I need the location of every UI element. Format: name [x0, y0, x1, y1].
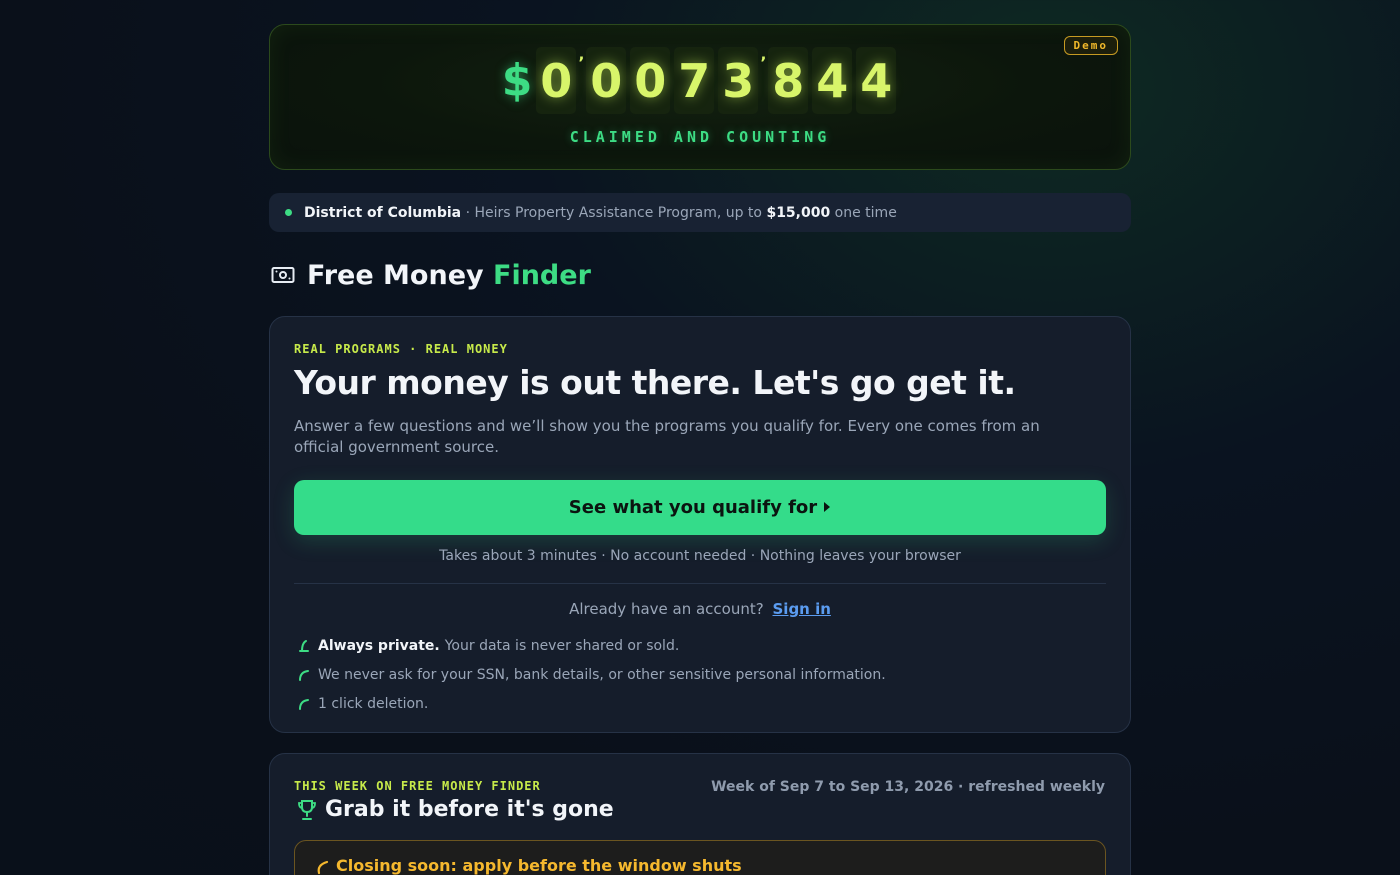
ticker-program: Heirs Property Assistance Program, up to	[474, 204, 762, 221]
ticker-location: District of Columbia	[304, 204, 462, 221]
trophy-icon	[298, 799, 316, 820]
counter-digit: 4	[812, 47, 853, 114]
closing-soon-label: Closing soon: apply before the window sh…	[336, 856, 742, 875]
week-range: Week of Sep 7 to Sep 13, 2026 · refreshe…	[711, 779, 1105, 795]
caret-right-icon	[824, 502, 831, 513]
weekly-card: THIS WEEK ON FREE MONEY FINDER Week of S…	[269, 753, 1131, 875]
counter-digit: 0	[536, 47, 577, 114]
currency-symbol: $	[501, 55, 533, 106]
shield-icon	[299, 670, 309, 682]
ticker-suffix: one time	[834, 204, 897, 221]
trash-icon	[299, 699, 309, 711]
privacy-item-text: 1 click deletion.	[318, 696, 429, 713]
privacy-item: We never ask for your SSN, bank details,…	[294, 661, 1106, 690]
ticker-amount: $15,000	[766, 204, 831, 221]
clock-icon	[317, 860, 329, 875]
privacy-item-strong: Always private.	[318, 638, 440, 655]
brand-title[interactable]: Free Money Finder	[307, 260, 591, 291]
thousands-separator: ’	[760, 53, 767, 72]
hero-lead: Answer a few questions and we’ll show yo…	[294, 416, 1040, 456]
weekly-title-text: Grab it before it's gone	[325, 797, 614, 822]
banknote-icon	[271, 267, 295, 283]
cta-note: Takes about 3 minutes · No account neede…	[439, 547, 961, 564]
privacy-item: 1 click deletion.	[294, 690, 1106, 719]
claimed-counter: Demo $ 0 ’ 0 0 7 3 ’ 8 4 4 CLAIMED AND C…	[269, 24, 1131, 170]
counter-digit: 3	[718, 47, 759, 114]
counter-digit: 8	[768, 47, 809, 114]
page-container: Demo $ 0 ’ 0 0 7 3 ’ 8 4 4 CLAIMED AND C…	[269, 24, 1131, 875]
closing-soon-panel[interactable]: Closing soon: apply before the window sh…	[294, 840, 1106, 875]
privacy-item-text: Your data is never shared or sold.	[444, 638, 680, 655]
hero-headline: Your money is out there. Let's go get it…	[294, 363, 1016, 402]
counter-digit: 4	[856, 47, 897, 114]
privacy-item: Always private. Your data is never share…	[294, 632, 1106, 661]
brand-title-accent: Finder	[493, 259, 591, 291]
hero-card: REAL PROGRAMS · REAL MONEY Your money is…	[269, 316, 1131, 733]
privacy-list: Always private. Your data is never share…	[294, 632, 1106, 719]
weekly-title: Grab it before it's gone	[294, 797, 1106, 822]
brand-title-main: Free Money	[307, 259, 484, 291]
lock-icon	[299, 640, 309, 653]
hero-eyebrow: REAL PROGRAMS · REAL MONEY	[294, 342, 508, 356]
signin-link[interactable]: Sign in	[773, 600, 831, 618]
privacy-item-text: We never ask for your SSN, bank details,…	[318, 667, 886, 684]
signin-row: Already have an account? Sign in	[294, 600, 1106, 618]
divider	[294, 582, 1106, 584]
signin-prompt: Already have an account?	[569, 599, 764, 618]
ticker-separator: ·	[465, 204, 471, 221]
thousands-separator: ’	[578, 53, 585, 72]
counter-digit: 0	[586, 47, 627, 114]
counter-digits: $ 0 ’ 0 0 7 3 ’ 8 4 4	[270, 47, 1130, 114]
qualify-button-label: See what you qualify for	[568, 496, 818, 518]
program-ticker[interactable]: District of Columbia · Heirs Property As…	[269, 193, 1131, 232]
counter-caption: CLAIMED AND COUNTING	[569, 128, 831, 146]
counter-digit: 0	[630, 47, 671, 114]
brand-header: Free Money Finder	[269, 260, 1131, 291]
counter-digit: 7	[674, 47, 715, 114]
live-dot-icon	[285, 209, 292, 216]
qualify-button[interactable]: See what you qualify for	[294, 479, 1106, 535]
